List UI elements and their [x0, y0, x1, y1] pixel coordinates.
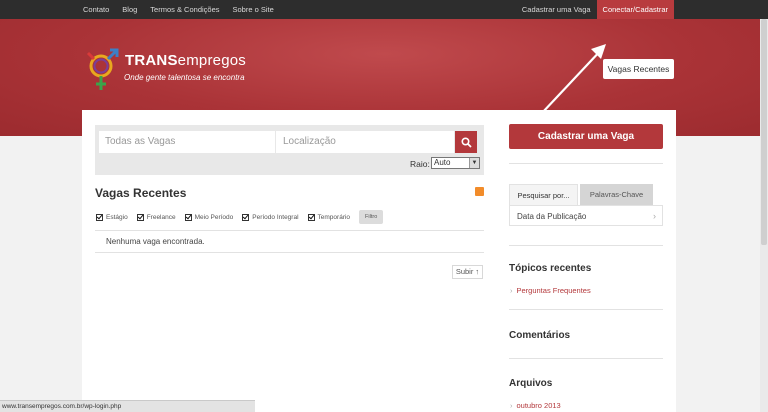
pointer-arrow-icon [541, 44, 606, 114]
archive-link-label: outubro 2013 [516, 401, 561, 410]
archive-link-october-2013[interactable]: › outubro 2013 [510, 401, 561, 410]
top-nav-left: Contato Blog Termos & Condições Sobre o … [83, 0, 287, 19]
chevron-right-icon: › [510, 286, 513, 295]
logo-light-text: empregos [177, 52, 246, 69]
chevron-right-icon: › [653, 211, 656, 221]
rss-icon[interactable] [475, 187, 484, 196]
sort-by-date-label: Data da Publicação [517, 212, 587, 221]
archives-title: Arquivos [509, 378, 553, 389]
top-bar: Contato Blog Termos & Condições Sobre o … [0, 0, 768, 19]
sort-by-date-item[interactable]: Data da Publicação › [509, 205, 663, 226]
filter-label: Temporário [317, 213, 351, 221]
checkbox[interactable] [184, 213, 192, 221]
search-button[interactable] [455, 131, 477, 153]
no-jobs-message: Nenhuma vaga encontrada. [106, 237, 205, 246]
radius-value: Auto [434, 158, 451, 167]
divider [509, 309, 663, 310]
divider [509, 163, 663, 164]
comments-title: Comentários [509, 330, 571, 341]
nav-blog-link[interactable]: Blog [122, 0, 137, 19]
filter-label: Estágio [106, 213, 128, 221]
post-job-button[interactable]: Cadastrar uma Vaga [509, 124, 663, 149]
checkbox[interactable] [307, 213, 315, 221]
filter-part-time[interactable]: Meio Período [184, 213, 234, 221]
location-input[interactable]: Localização [276, 131, 454, 153]
divider [95, 230, 484, 231]
filter-label: Período Integral [252, 213, 299, 221]
radius-select[interactable]: Auto ▼ [431, 157, 480, 169]
divider [509, 358, 663, 359]
nav-post-job-link[interactable]: Cadastrar uma Vaga [516, 0, 597, 19]
recent-jobs-button[interactable]: Vagas Recentes [603, 59, 674, 79]
logo-title: TRANSempregos [125, 52, 246, 69]
recent-topics-title: Tópicos recentes [509, 263, 592, 274]
checkbox[interactable] [96, 213, 103, 221]
filter-internship[interactable]: Estágio [96, 213, 128, 221]
filter-label: Meio Período [194, 213, 234, 221]
nav-about-link[interactable]: Sobre o Site [233, 0, 274, 19]
top-nav-right: Cadastrar uma Vaga Conectar/Cadastrar [516, 0, 674, 19]
divider [509, 245, 663, 246]
checkbox[interactable] [242, 213, 250, 221]
filter-button[interactable]: Filtro [359, 210, 384, 224]
vertical-scrollbar[interactable] [760, 19, 768, 412]
filter-freelance[interactable]: Freelance [136, 213, 176, 221]
logo-bold-text: TRANS [125, 52, 178, 69]
job-type-filters: Estágio Freelance Meio Período Período I… [96, 209, 384, 225]
chevron-right-icon: › [510, 401, 513, 410]
checkbox[interactable] [136, 213, 144, 221]
logo-tagline: Onde gente talentosa se encontra [124, 73, 245, 82]
divider [95, 252, 484, 253]
faq-link-label: Perguntas Frequentes [516, 286, 591, 295]
keyword-search-input[interactable]: Todas as Vagas [99, 131, 275, 153]
recent-jobs-title: Vagas Recentes [95, 186, 187, 200]
transgender-symbol-icon [86, 48, 119, 90]
nav-login-link[interactable]: Conectar/Cadastrar [596, 0, 674, 19]
scroll-top-button[interactable]: Subir ↑ [452, 265, 483, 279]
tab-search-by[interactable]: Pesquisar por... [509, 184, 578, 205]
radius-label: Raio: [410, 159, 430, 169]
site-logo[interactable]: TRANSempregos Onde gente talentosa se en… [86, 47, 246, 93]
filter-full-time[interactable]: Período Integral [242, 213, 299, 221]
filter-temporary[interactable]: Temporário [307, 213, 351, 221]
nav-terms-link[interactable]: Termos & Condições [150, 0, 219, 19]
filter-label: Freelance [146, 213, 176, 221]
chevron-down-icon: ▼ [469, 158, 479, 168]
nav-contato-link[interactable]: Contato [83, 0, 109, 19]
browser-status-bar: www.transempregos.com.br/wp-login.php [0, 400, 255, 412]
scrollbar-thumb[interactable] [761, 19, 767, 245]
faq-link[interactable]: › Perguntas Frequentes [510, 286, 591, 295]
search-icon [460, 136, 472, 148]
tab-keywords[interactable]: Palavras-Chave [580, 184, 653, 205]
